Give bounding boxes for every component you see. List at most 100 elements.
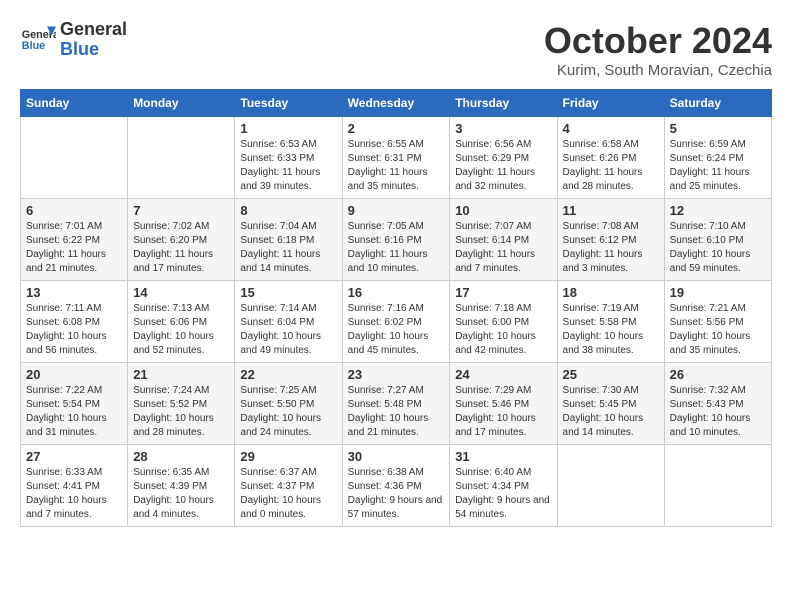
day-number: 2 bbox=[348, 121, 445, 136]
calendar-cell: 27 Sunrise: 6:33 AM Sunset: 4:41 PM Dayli… bbox=[21, 445, 128, 527]
calendar-cell: 17 Sunrise: 7:18 AM Sunset: 6:00 PM Dayli… bbox=[450, 281, 557, 363]
calendar-cell: 15 Sunrise: 7:14 AM Sunset: 6:04 PM Dayli… bbox=[235, 281, 342, 363]
calendar-cell: 25Sunrise: 7:30 AM Sunset: 5:45 PM Dayli… bbox=[557, 363, 664, 445]
day-info: Sunrise: 7:21 AM Sunset: 5:56 PM Dayligh… bbox=[670, 302, 766, 358]
day-info: Sunrise: 7:32 AM Sunset: 5:43 PM Dayligh… bbox=[670, 384, 766, 440]
day-number: 18 bbox=[563, 285, 659, 300]
day-info: Sunrise: 7:18 AM Sunset: 6:00 PM Dayligh… bbox=[455, 302, 551, 358]
day-number: 25 bbox=[563, 367, 659, 382]
day-info: Sunrise: 6:37 AM Sunset: 4:37 PM Dayligh… bbox=[240, 466, 336, 522]
day-info: Sunrise: 7:11 AM Sunset: 6:08 PM Dayligh… bbox=[26, 302, 122, 358]
calendar-cell: 9 Sunrise: 7:05 AM Sunset: 6:16 PM Daylig… bbox=[342, 199, 450, 281]
day-number: 23 bbox=[348, 367, 445, 382]
day-number: 4 bbox=[563, 121, 659, 136]
day-number: 27 bbox=[26, 449, 122, 464]
day-info: Sunrise: 7:25 AM Sunset: 5:50 PM Dayligh… bbox=[240, 384, 336, 440]
calendar-table: SundayMondayTuesdayWednesdayThursdayFrid… bbox=[20, 89, 772, 527]
day-number: 13 bbox=[26, 285, 122, 300]
calendar-cell bbox=[664, 445, 771, 527]
page-header: General Blue General Blue October 2024 K… bbox=[20, 20, 772, 79]
calendar-cell: 6 Sunrise: 7:01 AM Sunset: 6:22 PM Daylig… bbox=[21, 199, 128, 281]
day-info: Sunrise: 7:01 AM Sunset: 6:22 PM Dayligh… bbox=[26, 220, 122, 276]
calendar-cell: 16 Sunrise: 7:16 AM Sunset: 6:02 PM Dayli… bbox=[342, 281, 450, 363]
calendar-cell: 14 Sunrise: 7:13 AM Sunset: 6:06 PM Dayli… bbox=[128, 281, 235, 363]
day-info: Sunrise: 7:24 AM Sunset: 5:52 PM Dayligh… bbox=[133, 384, 229, 440]
day-info: Sunrise: 7:05 AM Sunset: 6:16 PM Dayligh… bbox=[348, 220, 445, 276]
day-info: Sunrise: 6:35 AM Sunset: 4:39 PM Dayligh… bbox=[133, 466, 229, 522]
day-number: 14 bbox=[133, 285, 229, 300]
title-block: October 2024 Kurim, South Moravian, Czec… bbox=[544, 20, 772, 79]
day-number: 6 bbox=[26, 203, 122, 218]
day-info: Sunrise: 7:27 AM Sunset: 5:48 PM Dayligh… bbox=[348, 384, 445, 440]
day-number: 1 bbox=[240, 121, 336, 136]
day-info: Sunrise: 6:40 AM Sunset: 4:34 PM Dayligh… bbox=[455, 466, 551, 522]
day-info: Sunrise: 6:33 AM Sunset: 4:41 PM Dayligh… bbox=[26, 466, 122, 522]
day-number: 31 bbox=[455, 449, 551, 464]
calendar-cell: 28 Sunrise: 6:35 AM Sunset: 4:39 PM Dayli… bbox=[128, 445, 235, 527]
calendar-cell: 13 Sunrise: 7:11 AM Sunset: 6:08 PM Dayli… bbox=[21, 281, 128, 363]
calendar-cell: 12 Sunrise: 7:10 AM Sunset: 6:10 PM Dayli… bbox=[664, 199, 771, 281]
calendar-cell bbox=[128, 117, 235, 199]
day-info: Sunrise: 7:02 AM Sunset: 6:20 PM Dayligh… bbox=[133, 220, 229, 276]
calendar-cell: 29 Sunrise: 6:37 AM Sunset: 4:37 PM Dayli… bbox=[235, 445, 342, 527]
day-info: Sunrise: 6:58 AM Sunset: 6:26 PM Dayligh… bbox=[563, 138, 659, 194]
weekday-header-sunday: Sunday bbox=[21, 90, 128, 117]
day-info: Sunrise: 6:53 AM Sunset: 6:33 PM Dayligh… bbox=[240, 138, 336, 194]
day-info: Sunrise: 7:19 AM Sunset: 5:58 PM Dayligh… bbox=[563, 302, 659, 358]
weekday-header-monday: Monday bbox=[128, 90, 235, 117]
day-number: 10 bbox=[455, 203, 551, 218]
day-info: Sunrise: 7:04 AM Sunset: 6:18 PM Dayligh… bbox=[240, 220, 336, 276]
calendar-cell: 5Sunrise: 6:59 AM Sunset: 6:24 PM Daylig… bbox=[664, 117, 771, 199]
logo-icon: General Blue bbox=[20, 22, 56, 58]
day-info: Sunrise: 6:38 AM Sunset: 4:36 PM Dayligh… bbox=[348, 466, 445, 522]
day-info: Sunrise: 6:56 AM Sunset: 6:29 PM Dayligh… bbox=[455, 138, 551, 194]
day-info: Sunrise: 7:29 AM Sunset: 5:46 PM Dayligh… bbox=[455, 384, 551, 440]
month-title: October 2024 bbox=[544, 20, 772, 62]
day-number: 9 bbox=[348, 203, 445, 218]
calendar-cell: 11Sunrise: 7:08 AM Sunset: 6:12 PM Dayli… bbox=[557, 199, 664, 281]
calendar-cell: 2 Sunrise: 6:55 AM Sunset: 6:31 PM Daylig… bbox=[342, 117, 450, 199]
day-number: 29 bbox=[240, 449, 336, 464]
calendar-cell: 10 Sunrise: 7:07 AM Sunset: 6:14 PM Dayli… bbox=[450, 199, 557, 281]
calendar-cell: 7 Sunrise: 7:02 AM Sunset: 6:20 PM Daylig… bbox=[128, 199, 235, 281]
day-info: Sunrise: 7:13 AM Sunset: 6:06 PM Dayligh… bbox=[133, 302, 229, 358]
location-subtitle: Kurim, South Moravian, Czechia bbox=[544, 62, 772, 79]
day-number: 3 bbox=[455, 121, 551, 136]
calendar-cell: 24 Sunrise: 7:29 AM Sunset: 5:46 PM Dayli… bbox=[450, 363, 557, 445]
calendar-cell: 18 Sunrise: 7:19 AM Sunset: 5:58 PM Dayli… bbox=[557, 281, 664, 363]
day-info: Sunrise: 7:10 AM Sunset: 6:10 PM Dayligh… bbox=[670, 220, 766, 276]
day-number: 24 bbox=[455, 367, 551, 382]
day-number: 16 bbox=[348, 285, 445, 300]
day-number: 19 bbox=[670, 285, 766, 300]
day-info: Sunrise: 7:07 AM Sunset: 6:14 PM Dayligh… bbox=[455, 220, 551, 276]
svg-text:Blue: Blue bbox=[22, 40, 45, 52]
calendar-cell: 26 Sunrise: 7:32 AM Sunset: 5:43 PM Dayli… bbox=[664, 363, 771, 445]
calendar-cell: 4 Sunrise: 6:58 AM Sunset: 6:26 PM Daylig… bbox=[557, 117, 664, 199]
day-number: 8 bbox=[240, 203, 336, 218]
day-info: Sunrise: 6:55 AM Sunset: 6:31 PM Dayligh… bbox=[348, 138, 445, 194]
day-number: 5 bbox=[670, 121, 766, 136]
day-number: 21 bbox=[133, 367, 229, 382]
calendar-cell bbox=[21, 117, 128, 199]
day-info: Sunrise: 7:22 AM Sunset: 5:54 PM Dayligh… bbox=[26, 384, 122, 440]
calendar-cell: 8 Sunrise: 7:04 AM Sunset: 6:18 PM Daylig… bbox=[235, 199, 342, 281]
weekday-header-wednesday: Wednesday bbox=[342, 90, 450, 117]
day-number: 30 bbox=[348, 449, 445, 464]
weekday-header-saturday: Saturday bbox=[664, 90, 771, 117]
weekday-header-friday: Friday bbox=[557, 90, 664, 117]
day-number: 22 bbox=[240, 367, 336, 382]
weekday-header-tuesday: Tuesday bbox=[235, 90, 342, 117]
day-number: 17 bbox=[455, 285, 551, 300]
calendar-cell bbox=[557, 445, 664, 527]
day-number: 15 bbox=[240, 285, 336, 300]
calendar-cell: 22 Sunrise: 7:25 AM Sunset: 5:50 PM Dayli… bbox=[235, 363, 342, 445]
day-info: Sunrise: 7:16 AM Sunset: 6:02 PM Dayligh… bbox=[348, 302, 445, 358]
calendar-cell: 23 Sunrise: 7:27 AM Sunset: 5:48 PM Dayli… bbox=[342, 363, 450, 445]
calendar-cell: 3 Sunrise: 6:56 AM Sunset: 6:29 PM Daylig… bbox=[450, 117, 557, 199]
day-number: 26 bbox=[670, 367, 766, 382]
day-number: 28 bbox=[133, 449, 229, 464]
day-number: 7 bbox=[133, 203, 229, 218]
day-info: Sunrise: 7:14 AM Sunset: 6:04 PM Dayligh… bbox=[240, 302, 336, 358]
day-number: 11 bbox=[563, 203, 659, 218]
day-number: 12 bbox=[670, 203, 766, 218]
